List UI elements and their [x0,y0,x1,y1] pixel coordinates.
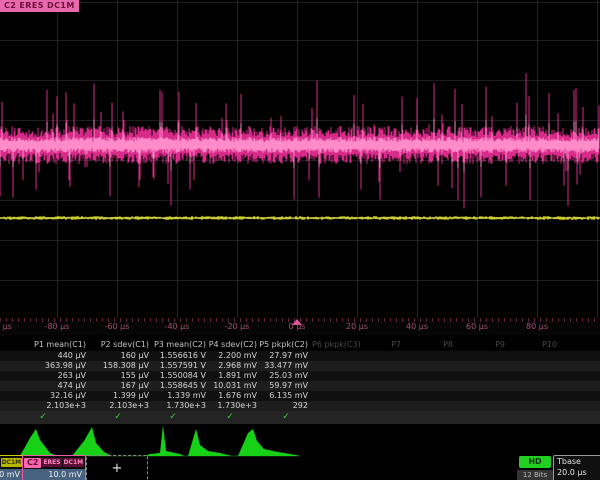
plus-icon: + [112,461,123,476]
histicon-p3 [145,425,184,456]
measurement-histicons [0,423,310,459]
histicon-p5 [238,429,300,456]
c1-descriptor-box[interactable]: C1 ERES DC1M 10.0 mV [0,455,24,480]
measurement-column-header-disabled[interactable]: P6 pkpk(C3) [312,340,354,350]
measurement-column-header-disabled[interactable]: P8 [411,340,453,350]
measurement-value: 27.97 mV [236,351,308,361]
waveform-grid: C2 ERES DC1M [0,0,600,318]
trigger-position-marker[interactable] [292,319,302,325]
axis-tick-label: 20 µs [346,322,368,331]
c2-channel-label: C2 [24,458,41,468]
measurement-column-header[interactable]: P5 pkpk(C2) [236,340,308,350]
measurement-value: 6.135 mV [236,391,308,401]
measurement-column-header-disabled[interactable]: P7 [359,340,401,350]
c1-flat-trace [0,216,600,220]
axis-tick-label: -80 µs [45,322,70,331]
measurement-column-header-disabled[interactable]: P9 [463,340,505,350]
measurement-value: 2.103e+3 [14,401,86,411]
measurement-value: 59.97 mV [236,381,308,391]
axis-tick-label: 60 µs [466,322,488,331]
c1-coupling-badge: DC1M [1,458,23,467]
c2-descriptor-box[interactable]: C2 ERES DC1M 10.0 mV [22,455,86,480]
tbase-value: 20.0 µs [557,468,587,477]
axis-tick-label: -100 µs [0,322,12,331]
channel-annotation-badge: C2 ERES DC1M [0,0,79,12]
measurement-value: 292 [236,401,308,411]
histicon-p2 [72,427,112,456]
measurement-value: 474 µV [14,381,86,391]
timebase-descriptor-box[interactable]: Tbase 20.0 µs [553,455,600,480]
measurement-column-header[interactable]: P1 mean(C1) [14,340,86,350]
add-trace-button[interactable]: + [86,455,148,480]
c2-vertical-scale: 10.0 mV [23,469,85,480]
hd-bits-label: 12 Bits [517,470,553,480]
axis-tick-label: -40 µs [165,322,190,331]
c2-coupling-badge: DC1M [63,458,85,467]
measurement-column-header-disabled[interactable]: P10 [515,340,557,350]
measurement-value: 263 µV [14,371,86,381]
measurement-value: 440 µV [14,351,86,361]
c1-vertical-scale: 10.0 mV [0,469,23,480]
axis-tick-label: 80 µs [526,322,548,331]
measurement-value: 25.03 mV [236,371,308,381]
tbase-label: Tbase [557,457,581,466]
measurement-value: 32.16 µV [14,391,86,401]
c2-eres-badge: ERES [42,458,61,467]
c2-noise-trace [0,73,599,208]
histicon-p1 [20,429,58,456]
axis-tick-label: -60 µs [105,322,130,331]
axis-tick-label: -20 µs [225,322,250,331]
axis-tick-label: 40 µs [406,322,428,331]
measurement-value: 363.98 µV [14,361,86,371]
histicon-p4 [188,429,232,456]
oscilloscope-screen: C2 ERES DC1M -100 µs -80 µs -60 µs -40 µs -2… [0,0,600,480]
hd-mode-badge[interactable]: HD [519,456,551,468]
measurement-value: 33.477 mV [236,361,308,371]
waveform-traces [0,0,600,318]
